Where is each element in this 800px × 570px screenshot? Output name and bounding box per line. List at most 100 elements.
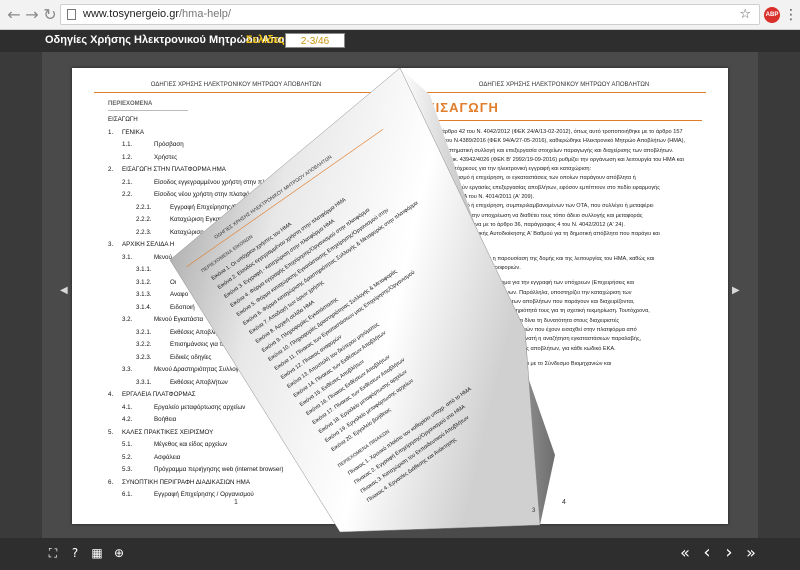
page-number: 1 — [234, 499, 238, 506]
toc-row[interactable]: 1.2. Χρήστες — [108, 154, 378, 167]
first-page-button[interactable]: « — [676, 544, 694, 562]
body-text-line: των αναφορές στη βάση των πληροφοριών πο… — [426, 326, 637, 333]
toc-row[interactable]: 4.1. Εργαλείο μεταφόρτωσης αρχείων — [108, 404, 378, 417]
previous-page-button[interactable]: ‹ — [698, 544, 716, 562]
forward-icon[interactable]: → — [22, 5, 42, 25]
thumbnails-icon[interactable]: ▦ — [88, 544, 106, 562]
toc-label: ΕΡΓΑΛΕΙΑ ΠΛΑΤΦΟΡΜΑΣ — [122, 391, 196, 398]
toc-label: Χρήστες — [154, 153, 178, 161]
toc-row[interactable]: 3.1.4. Ειδοποιή — [108, 304, 378, 317]
toc-row[interactable]: 2.2.2. Καταχώριση Εγκατά — [108, 216, 378, 229]
toc-number: 3.2.3. — [136, 353, 152, 361]
toc-row[interactable]: 3.1. Μενού — [108, 254, 378, 267]
page-header: ΟΔΗΓΙΕΣ ΧΡΗΣΗΣ ΗΛΕΚΤΡΟΝΙΚΟΥ ΜΗΤΡΩΟΥ ΑΠΟΒ… — [478, 82, 650, 88]
body-text-line: δεδομένων που αφορούν στη δραστηριότητά … — [426, 308, 650, 315]
toc-row[interactable]: 3.1.1. — [108, 266, 378, 279]
toc-row[interactable]: 3.2. Μενού Εγκατάστα — [108, 316, 378, 329]
viewer-header: Οδηγίες Χρήσης Ηλεκτρονικού Μητρώου Αποβ… — [0, 30, 800, 52]
toc-row[interactable]: 5.1. Μέγεθος και είδος αρχείων — [108, 441, 378, 454]
browser-menu-icon[interactable]: ⋮ — [784, 6, 798, 24]
next-page-arrow[interactable]: ▶ — [732, 285, 740, 296]
toc-label: Εργαλείο μεταφόρτωσης αρχείων — [154, 403, 246, 411]
toc-number: 1.1. — [122, 141, 133, 148]
toc-label: Οι — [170, 278, 177, 286]
body-text-line: σε μία ηλεκτρονική βάση δεδομένων. Παράλ… — [426, 289, 632, 296]
toc-row[interactable]: 2.1. Είσοδος εγγεγραμμένου χρήστη στην πλ… — [108, 179, 378, 192]
toc-label: Εγγραφή Επιχείρησης/Οργανι — [170, 203, 253, 211]
toc-row[interactable]: 2. ΕΙΣΑΓΩΓΗ ΣΤΗΝ ΠΛΑΤΦΟΡΜΑ ΗΜΑ — [108, 166, 378, 179]
toc-row[interactable]: 3.2.2. Επισημάνσεις για τη — [108, 341, 378, 354]
address-bar[interactable]: www.tosynergeio.gr/hma-help/ ☆ — [60, 4, 760, 25]
toc-row[interactable]: 2.2. Είσοδος νέου χρήστη στην πλατφόρμα Η — [108, 191, 378, 204]
toc-label: Μενού — [154, 253, 172, 261]
help-button[interactable]: ? — [66, 544, 84, 562]
adblock-extension-icon[interactable]: ABP — [764, 7, 780, 23]
body-text-line: πραγματοποιούν εργασίες επεξεργασίας απο… — [426, 184, 660, 191]
toc-label: ΕΙΣΑΓΩΓΗ ΣΤΗΝ ΠΛΑΤΦΟΡΜΑ ΗΜΑ — [122, 166, 226, 173]
toc-label: Εγγραφή Επιχείρησης / Οργανισμού — [154, 491, 254, 498]
toc-row[interactable]: 3.2.3. Ειδικές οδηγίες — [108, 354, 378, 367]
toc-row[interactable]: 1. ΓΕΝΙΚΑ — [108, 129, 378, 142]
toc-row[interactable]: 3.1.3. Αναφο — [108, 291, 378, 304]
toc-row[interactable]: 3. ΑΡΧΙΚΗ ΣΕΛΙΔΑ Η — [108, 241, 378, 254]
toc-label: Καταχώριση Εγκατά — [170, 216, 226, 223]
toc-row[interactable]: 5. ΚΑΛΕΣ ΠΡΑΚΤΙΚΕΣ ΧΕΙΡΙΣΜΟΥ — [108, 429, 378, 442]
toc-number: 2. — [108, 166, 114, 173]
toc-number: 5.1. — [122, 441, 133, 448]
body-text-line: του Κεφαλαίου Α του Ν. 4014/2011 (Α' 209… — [426, 194, 535, 201]
back-icon[interactable]: ← — [4, 5, 24, 25]
toc-row[interactable]: 5.2. Ασφάλεια — [108, 454, 378, 467]
toc-label: Μενού Δραστηριότητας Συλλογής — [154, 366, 246, 373]
zoom-in-icon[interactable]: ⊕ — [110, 544, 128, 562]
browser-toolbar: ← → ↻ www.tosynergeio.gr/hma-help/ ☆ ABP… — [0, 0, 800, 30]
toc-row[interactable]: 3.3.1. Εκθέσεις Αποβλήτων — [108, 379, 378, 392]
toc-row[interactable]: 3.1.2. Οι — [108, 279, 378, 292]
body-text-line: υποβολής της Έκθεσης Αποβλήτων και δίνει… — [426, 317, 620, 324]
toc-number: 1.2. — [122, 153, 133, 161]
toc-row[interactable]: 5.3. Πρόγραμμα περιήγησης web (internet b… — [108, 466, 378, 479]
toc-label: Ασφάλεια — [154, 453, 181, 461]
toc-number: 3.2.1. — [136, 328, 152, 336]
bookmark-star-icon[interactable]: ☆ — [739, 5, 751, 24]
right-page[interactable]: ΟΔΗΓΙΕΣ ΧΡΗΣΗΣ ΗΛΕΚΤΡΟΝΙΚΟΥ ΜΗΤΡΩΟΥ ΑΠΟΒ… — [400, 68, 728, 524]
previous-page-arrow[interactable]: ◀ — [60, 285, 68, 296]
toc-row[interactable]: 3.2.1. Εκθέσεις Αποβλή — [108, 329, 378, 342]
body-text-line: διαχειρίζεται. — [426, 240, 458, 247]
toc-number: 3.2. — [122, 316, 133, 323]
toc-row[interactable]: 4. ΕΡΓΑΛΕΙΑ ΠΛΑΤΦΟΡΜΑΣ — [108, 391, 378, 404]
toc-number: 2.1. — [122, 178, 133, 186]
toc-row[interactable]: 2.2.3. Καταχώριση Δ — [108, 229, 378, 242]
body-text-line: για τη συστηματική συλλογή και επεξεργασ… — [426, 147, 674, 154]
toc-label: ΚΑΛΕΣ ΠΡΑΚΤΙΚΕΣ ΧΕΙΡΙΣΜΟΥ — [122, 428, 214, 436]
body-text-line: • Κάθε οργανισμό ή επιχείρηση, οι εγκατα… — [426, 175, 636, 182]
toc-row[interactable]: ΕΙΣΑΓΩΓΗ — [108, 116, 378, 129]
page-number: 4 — [562, 499, 566, 506]
body-text-line: παρ. 1 του Ν.4389/2016 (ΦΕΚ 94/Α/27-05-2… — [426, 138, 686, 145]
page-icon — [67, 9, 76, 20]
pages-label: Σελίδες — [246, 34, 285, 46]
toc-row[interactable]: 3.3. Μενού Δραστηριότητας Συλλογής — [108, 366, 378, 379]
body-text-line: ορίζει ως υπόχρεους για την ηλεκτρονική … — [426, 166, 592, 173]
toc-heading: ΠΕΡΙΕΧΟΜΕΝΑ — [108, 101, 153, 107]
page-number-input[interactable]: 2-3/46 — [285, 33, 345, 48]
left-page[interactable]: ΟΔΗΓΙΕΣ ΧΡΗΣΗΣ ΗΛΕΚΤΡΟΝΙΚΟΥ ΜΗΤΡΩΟΥ ΑΠΟΒ… — [72, 68, 400, 524]
toc-label: Καταχώριση Δ — [170, 228, 210, 236]
toc-number: 6. — [108, 478, 114, 486]
toc-heading-rule — [108, 110, 188, 111]
table-of-contents: ΕΙΣΑΓΩΓΗ 1. ΓΕΝΙΚΑ 1.1. Πρόσβαση 1.2. Χρήστες 2… — [108, 116, 378, 504]
next-page-button[interactable]: › — [720, 544, 738, 562]
toc-number: 5. — [108, 428, 114, 436]
toc-label: Μενού Εγκατάστα — [154, 316, 204, 323]
toc-row[interactable]: 4.2. Βοήθεια — [108, 416, 378, 429]
last-page-button[interactable]: » — [742, 544, 760, 562]
toc-number: 2.2.1. — [136, 203, 152, 211]
toc-number: 3.3. — [122, 366, 133, 373]
toc-number: 2.2.3. — [136, 228, 152, 236]
toc-row[interactable]: 2.2.1. Εγγραφή Επιχείρησης/Οργανι — [108, 204, 378, 217]
toc-row[interactable]: 1.1. Πρόσβαση — [108, 141, 378, 154]
toc-row[interactable]: 6. ΣΥΝΟΠΤΙΚΗ ΠΕΡΙΓΡΑΦΗ ΔΙΑΔΙΚΑΣΙΩΝ ΗΜΑ — [108, 479, 378, 492]
toc-number: 6.1. — [122, 491, 133, 498]
fullscreen-icon[interactable]: ⛶ — [44, 544, 62, 562]
body-text-line: παρόντος εγχειριδίου είναι η παρουσίαση … — [426, 255, 655, 262]
reload-icon[interactable]: ↻ — [40, 5, 60, 25]
